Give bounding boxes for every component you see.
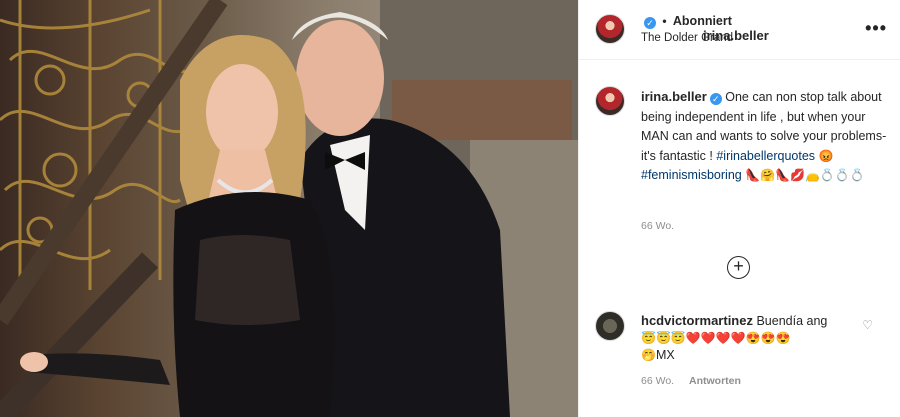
separator-dot: • <box>662 14 667 28</box>
comment-emoji-row: 😇😇😇❤️❤️❤️❤️😍😍😍 <box>641 331 791 345</box>
hashtag-link[interactable]: #feminismisboring <box>641 168 742 182</box>
header-user-line: irina.beller ✓ • Abonniert <box>641 14 769 43</box>
post-side-panel: irina.beller ✓ • Abonniert The Dolder Gra… <box>578 0 900 417</box>
comment-text: hcdvictormartinez Buendía ang 😇😇😇❤️❤️❤️❤… <box>641 312 861 364</box>
comment-time[interactable]: 66 Wo. <box>641 375 674 387</box>
post-location[interactable]: The Dolder Grand <box>641 32 733 44</box>
post-time[interactable]: 66 Wo. <box>641 220 674 232</box>
commenter-avatar[interactable] <box>595 311 625 341</box>
reply-button[interactable]: Antworten <box>689 375 741 387</box>
caption-emoji-row: 👠🤗👠💋👝💍💍💍 <box>745 168 865 182</box>
commenter-username[interactable]: hcdvictormartinez <box>641 313 753 328</box>
verified-badge-icon: ✓ <box>644 17 656 29</box>
post-photo[interactable] <box>0 0 578 417</box>
hashtag-link[interactable]: #irinabellerquotes <box>716 149 815 163</box>
photo-illustration <box>0 0 578 417</box>
author-avatar[interactable] <box>595 14 625 44</box>
post-header: irina.beller ✓ • Abonniert The Dolder Gra… <box>579 0 900 60</box>
comment-body: Buendía ang <box>756 314 828 328</box>
caption-author-avatar[interactable] <box>595 86 625 116</box>
comment-trailing-emoji: 🤭 <box>641 348 656 362</box>
caption-username[interactable]: irina.beller <box>641 89 707 104</box>
angry-emoji: 😡 <box>818 148 834 163</box>
like-comment-heart-icon[interactable]: ♡ <box>862 318 873 332</box>
more-options-icon[interactable]: ••• <box>865 18 887 39</box>
load-more-comments-icon[interactable]: + <box>727 256 750 279</box>
comment-meta: 66 Wo. Antworten <box>641 375 741 387</box>
comment-trailing-text: MX <box>655 348 675 362</box>
comment-item: hcdvictormartinez Buendía ang 😇😇😇❤️❤️❤️❤… <box>579 308 900 417</box>
follow-state-button[interactable]: Abonniert <box>673 14 732 28</box>
caption-verified-badge-icon: ✓ <box>709 93 722 105</box>
caption-text: irina.beller ✓ One can non stop talk abou… <box>641 87 893 186</box>
